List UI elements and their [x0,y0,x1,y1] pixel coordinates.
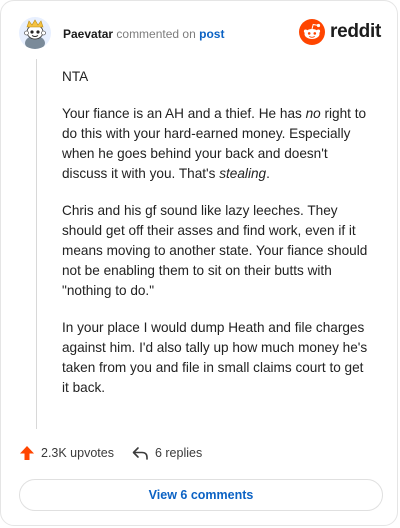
comment-paragraph-1: NTA [62,69,89,84]
replies-button[interactable]: 6 replies [132,445,202,461]
reddit-snoo-icon [299,19,326,45]
comment-paragraph-3: Chris and his gf sound like lazy leeches… [62,203,368,298]
reddit-logo[interactable]: reddit [299,19,381,45]
comment-text: . [266,166,270,181]
avatar-icon [19,17,51,49]
comment-emphasis: no [305,106,321,121]
embedded-comment-card: Paevatar commented on post reddit NTA Yo… [0,0,398,526]
comment-text: Your fiance is an AH and a thief. He has [62,106,306,121]
comment-body: NTA Your fiance is an AH and a thief. He… [62,67,372,415]
upvote-button[interactable]: 2.3K upvotes [19,445,114,461]
reddit-wordmark: reddit [330,21,381,42]
upvote-count: 2.3K upvotes [41,446,114,460]
reply-count: 6 replies [154,446,203,460]
user-avatar[interactable] [19,17,51,49]
comment-actions: 2.3K upvotes 6 replies [19,445,202,461]
thread-line [36,59,37,429]
comment-emphasis: stealing [219,166,267,181]
view-comments-button[interactable]: View 6 comments [19,479,383,511]
comment-paragraph-2: Your fiance is an AH and a thief. He has… [62,104,372,184]
comment-meta: Paevatar commented on post [63,27,224,41]
comment-paragraph-4: In your place I would dump Heath and fil… [62,320,368,395]
reply-arrow-icon [132,447,148,460]
comment-header: Paevatar commented on post reddit [19,17,381,51]
meta-verb: commented on [116,27,196,41]
post-link[interactable]: post [199,27,224,41]
upvote-arrow-icon [20,446,34,460]
username-link[interactable]: Paevatar [63,27,113,41]
